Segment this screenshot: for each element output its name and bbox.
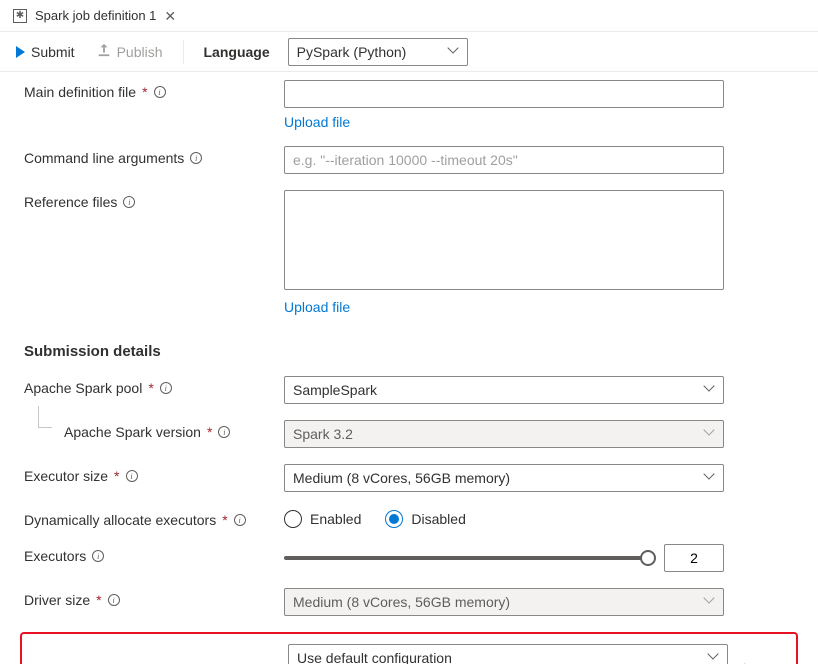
info-icon[interactable]: i (160, 382, 172, 394)
spark-config-select[interactable]: Use default configuration (288, 644, 728, 664)
required-marker: * (207, 424, 212, 440)
submission-details-heading: Submission details (24, 343, 798, 360)
publish-icon (97, 43, 111, 60)
language-label: Language (204, 44, 270, 60)
radio-enabled[interactable]: Enabled (284, 510, 361, 528)
driver-size-select: Medium (8 vCores, 56GB memory) (284, 588, 724, 616)
dyn-alloc-label: Dynamically allocate executors (24, 512, 216, 528)
plus-icon: + (740, 660, 749, 664)
chevron-down-icon (705, 597, 715, 607)
language-select[interactable]: PySpark (Python) (288, 38, 468, 66)
info-icon[interactable]: i (123, 196, 135, 208)
driver-size-label: Driver size (24, 592, 90, 608)
tab-title: Spark job definition 1 (35, 8, 156, 23)
toolbar-divider (183, 40, 184, 64)
required-marker: * (96, 592, 101, 608)
info-icon[interactable]: i (190, 152, 202, 164)
close-icon[interactable]: ✕ (164, 9, 176, 23)
radio-disabled[interactable]: Disabled (385, 510, 465, 528)
chevron-down-icon (705, 385, 715, 395)
required-marker: * (148, 380, 153, 396)
executors-label: Executors (24, 548, 86, 564)
info-icon[interactable]: i (108, 594, 120, 606)
spark-job-icon: ✱ (13, 9, 27, 23)
tab-spark-job-definition[interactable]: ✱ Spark job definition 1 ✕ (5, 4, 184, 27)
spark-version-label: Apache Spark version (64, 424, 201, 440)
cmd-args-input[interactable] (284, 146, 724, 174)
chevron-down-icon (705, 473, 715, 483)
tree-connector (38, 406, 52, 428)
radio-icon (284, 510, 302, 528)
spark-version-select: Spark 3.2 (284, 420, 724, 448)
info-icon[interactable]: i (126, 470, 138, 482)
slider-thumb[interactable] (640, 550, 656, 566)
radio-icon (385, 510, 403, 528)
chevron-down-icon (449, 47, 459, 57)
info-icon[interactable]: i (218, 426, 230, 438)
info-icon[interactable]: i (92, 550, 104, 562)
executors-value-input[interactable] (664, 544, 724, 572)
chevron-down-icon (705, 429, 715, 439)
executor-size-select[interactable]: Medium (8 vCores, 56GB memory) (284, 464, 724, 492)
executors-slider[interactable] (284, 556, 648, 560)
required-marker: * (114, 468, 119, 484)
submit-button[interactable]: Submit (10, 40, 81, 64)
info-icon[interactable]: i (154, 86, 166, 98)
main-def-file-input[interactable] (284, 80, 724, 108)
executor-size-label: Executor size (24, 468, 108, 484)
cmd-args-label: Command line arguments (24, 150, 184, 166)
upload-file-link[interactable]: Upload file (284, 114, 350, 130)
reference-files-input[interactable] (284, 190, 724, 290)
chevron-down-icon (709, 653, 719, 663)
required-marker: * (142, 84, 147, 100)
main-def-file-label: Main definition file (24, 84, 136, 100)
spark-pool-label: Apache Spark pool (24, 380, 142, 396)
reference-files-label: Reference files (24, 194, 117, 210)
highlighted-section: Apache Spark configuration i Use default… (20, 632, 798, 664)
publish-button[interactable]: Publish (91, 39, 169, 64)
required-marker: * (222, 512, 227, 528)
info-icon[interactable]: i (234, 514, 246, 526)
spark-pool-select[interactable]: SampleSpark (284, 376, 724, 404)
play-icon (16, 46, 25, 58)
new-config-button[interactable]: + New (740, 660, 781, 664)
upload-file-link[interactable]: Upload file (284, 299, 350, 315)
